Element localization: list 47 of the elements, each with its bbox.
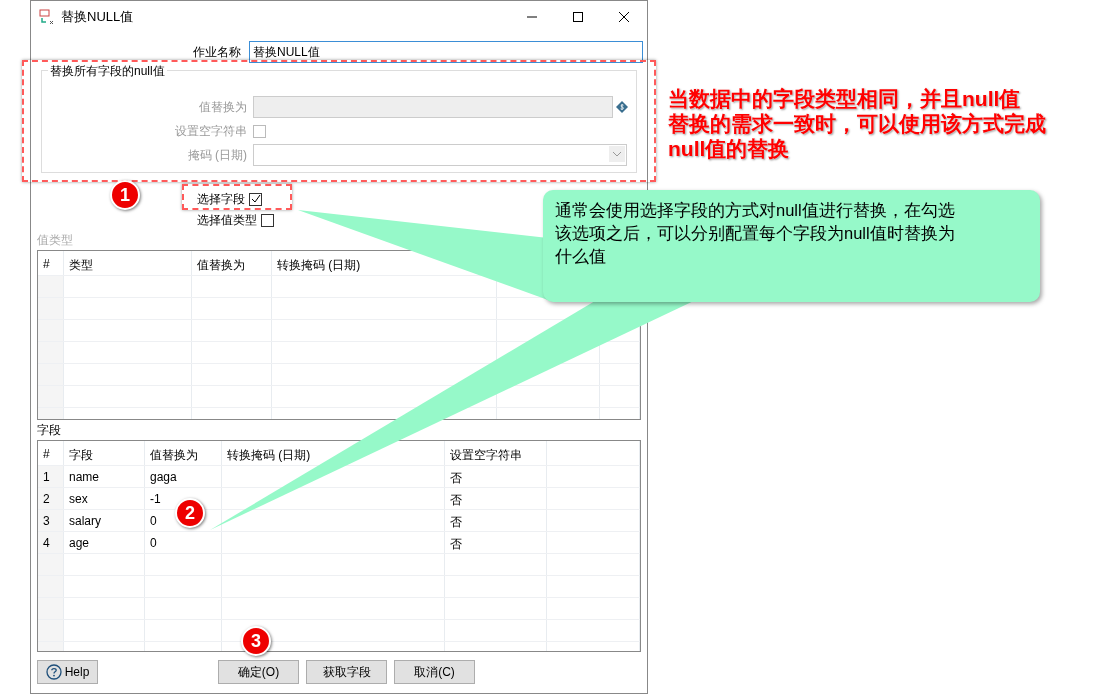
section-label: 值类型 <box>37 232 73 246</box>
job-name-label: 作业名称 <box>192 43 241 61</box>
checkmark-icon <box>250 194 261 204</box>
row-number: 1 <box>38 466 64 487</box>
group-title: 替换所有字段的null值 <box>48 63 167 80</box>
section-label: 字段 <box>37 422 61 436</box>
help-icon <box>45 664 62 680</box>
chevron-down-icon <box>612 151 622 157</box>
table-cell: sex <box>64 488 145 509</box>
annotation-text: 当数据中的字段类型相同，并且null值 替换的需求一致时，可以使用该方式完成 null值的替换 <box>668 86 1046 161</box>
option-label: 选择值类型 <box>197 211 257 229</box>
close-icon <box>618 10 630 23</box>
table-cell: salary <box>64 510 145 531</box>
job-name-field[interactable]: 替换NULL值 <box>249 41 643 63</box>
column-header: 字段 <box>64 441 145 465</box>
table-cell: age <box>64 532 145 553</box>
table-cell: 否 <box>445 466 547 487</box>
column-header: 值替换为 <box>145 441 222 465</box>
dialog-button[interactable]: 确定(O) <box>218 660 299 684</box>
table-cell: name <box>64 466 145 487</box>
column-header: 设置空字符串 <box>445 441 547 465</box>
table-cell: 否 <box>445 488 547 509</box>
option-label: 选择字段 <box>197 190 245 208</box>
app-icon <box>39 8 55 25</box>
help-button[interactable]: Help <box>37 660 98 684</box>
dialog-button[interactable]: 获取字段 <box>306 660 387 684</box>
option-checkbox[interactable] <box>249 192 262 206</box>
window-title: 替换NULL值 <box>61 7 134 26</box>
column-header: 值替换为 <box>192 251 272 275</box>
table-cell: 否 <box>445 510 547 531</box>
replace-value-label: 值替换为 <box>198 98 247 116</box>
mask-label: 掩码 (日期) <box>186 146 247 164</box>
table-cell: gaga <box>145 466 222 487</box>
row-number: 2 <box>38 488 64 509</box>
maximize-icon <box>572 10 584 23</box>
mask-dropdown[interactable] <box>253 144 627 166</box>
column-header: # <box>38 441 64 465</box>
table-cell: 否 <box>445 532 547 553</box>
variable-icon[interactable] <box>616 101 628 113</box>
option-checkbox[interactable] <box>261 213 274 227</box>
dialog-button[interactable]: 取消(C) <box>394 660 475 684</box>
row-number: 3 <box>38 510 64 531</box>
column-header: 类型 <box>64 251 192 275</box>
table-cell: 0 <box>145 532 222 553</box>
column-header: # <box>38 251 64 275</box>
row-number: 4 <box>38 532 64 553</box>
empty-string-label: 设置空字符串 <box>174 122 247 140</box>
